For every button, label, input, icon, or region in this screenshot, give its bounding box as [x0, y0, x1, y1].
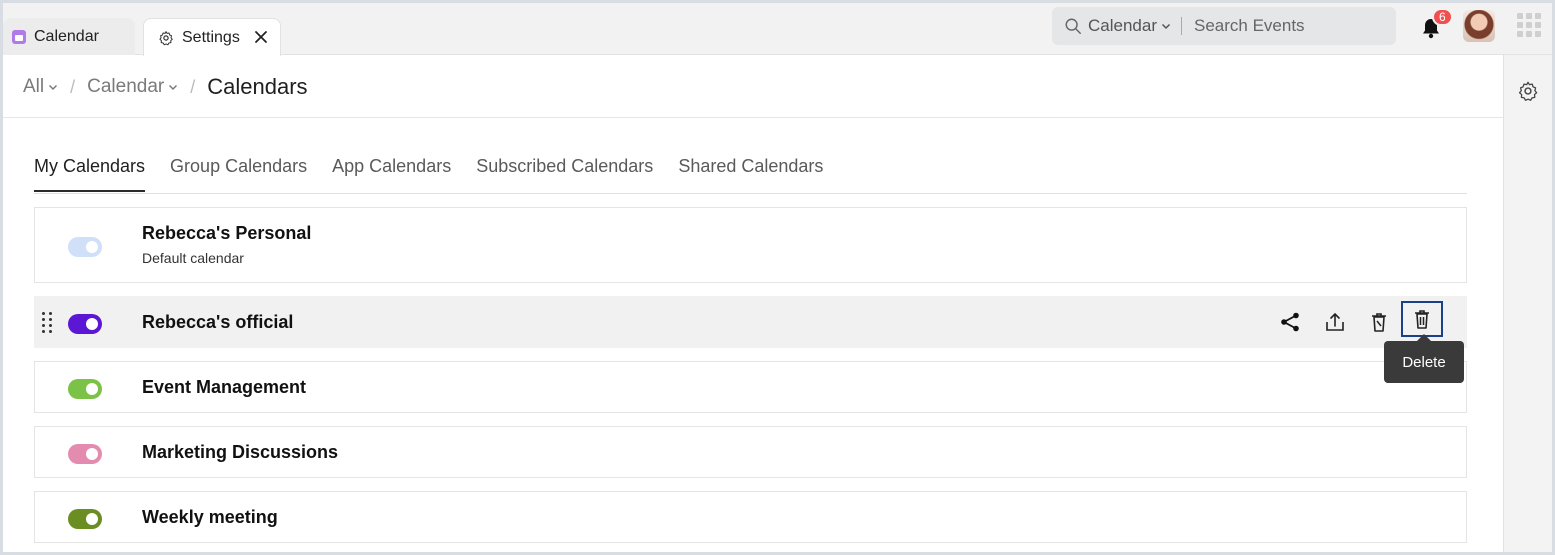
clear-button[interactable]: [1367, 310, 1391, 334]
tab-shared-calendars[interactable]: Shared Calendars: [678, 154, 823, 192]
share-icon: [1281, 312, 1299, 332]
chevron-down-icon: [169, 84, 178, 91]
delete-icon: [1415, 310, 1429, 329]
clear-icon: [1372, 313, 1386, 332]
calendar-toggle[interactable]: [68, 444, 102, 464]
breadcrumb-separator: /: [190, 76, 196, 97]
calendar-subtitle: Default calendar: [142, 250, 244, 266]
search-icon: [1065, 18, 1081, 34]
breadcrumb-calendar-label: Calendar: [87, 76, 165, 97]
tabs-divider: [34, 193, 1467, 194]
export-icon: [1326, 312, 1344, 331]
search-separator: [1181, 17, 1182, 35]
tab-group-calendars[interactable]: Group Calendars: [170, 154, 307, 192]
right-rail: [1503, 55, 1555, 555]
chevron-down-icon: [1161, 23, 1171, 30]
search-bar[interactable]: Calendar Search Events: [1052, 7, 1396, 45]
delete-tooltip: Delete: [1384, 334, 1464, 383]
calendar-row[interactable]: Rebecca's Personal Default calendar: [34, 207, 1467, 283]
search-scope-label: Calendar: [1088, 16, 1157, 35]
chevron-down-icon: [49, 84, 58, 91]
calendar-name: Weekly meeting: [142, 507, 278, 527]
calendar-name: Rebecca's official: [142, 312, 294, 332]
calendar-app-icon: [12, 29, 26, 44]
calendar-row[interactable]: Marketing Discussions: [34, 426, 1467, 478]
calendar-toggle[interactable]: [68, 237, 102, 257]
tab-settings[interactable]: Settings: [143, 18, 281, 56]
breadcrumb-separator: /: [70, 76, 76, 97]
tab-calendar[interactable]: Calendar: [3, 18, 135, 55]
avatar[interactable]: [1463, 10, 1495, 42]
top-bar: Calendar Settings Calendar Search Events…: [0, 0, 1555, 56]
tab-app-calendars[interactable]: App Calendars: [332, 154, 451, 192]
notification-badge: 6: [1432, 8, 1453, 26]
breadcrumb-all-label: All: [23, 76, 45, 97]
calendar-toggle[interactable]: [68, 509, 102, 529]
tab-settings-label: Settings: [182, 28, 240, 46]
tab-calendar-label: Calendar: [34, 27, 99, 45]
header-divider: [3, 117, 1503, 118]
search-input[interactable]: Search Events: [1194, 16, 1305, 36]
calendar-name: Rebecca's Personal: [142, 223, 312, 243]
calendar-row[interactable]: Event Management: [34, 361, 1467, 413]
calendar-toggle[interactable]: [68, 314, 102, 334]
settings-gear-icon[interactable]: [1517, 80, 1539, 102]
calendar-row[interactable]: Weekly meeting: [34, 491, 1467, 543]
breadcrumb: All / Calendar / Calendars: [23, 72, 308, 102]
app-grid-icon[interactable]: [1517, 13, 1541, 37]
tab-my-calendars[interactable]: My Calendars: [34, 154, 146, 192]
drag-handle-icon[interactable]: [42, 312, 52, 334]
page-title: Calendars: [207, 74, 308, 99]
calendar-name: Marketing Discussions: [142, 442, 339, 462]
close-icon[interactable]: [252, 28, 270, 46]
export-button[interactable]: [1323, 310, 1347, 334]
share-button[interactable]: [1278, 310, 1302, 334]
search-scope-dropdown[interactable]: Calendar: [1088, 16, 1171, 36]
calendar-name: Event Management: [142, 377, 307, 397]
calendar-toggle[interactable]: [68, 379, 102, 399]
breadcrumb-calendar[interactable]: Calendar: [87, 76, 178, 98]
calendar-tabs: My Calendars Group Calendars App Calenda…: [34, 154, 848, 192]
breadcrumb-all[interactable]: All: [23, 76, 58, 98]
calendar-row[interactable]: Rebecca's official: [34, 296, 1467, 348]
tab-subscribed-calendars[interactable]: Subscribed Calendars: [476, 154, 653, 192]
delete-button[interactable]: [1401, 301, 1443, 337]
gear-icon: [159, 30, 173, 45]
